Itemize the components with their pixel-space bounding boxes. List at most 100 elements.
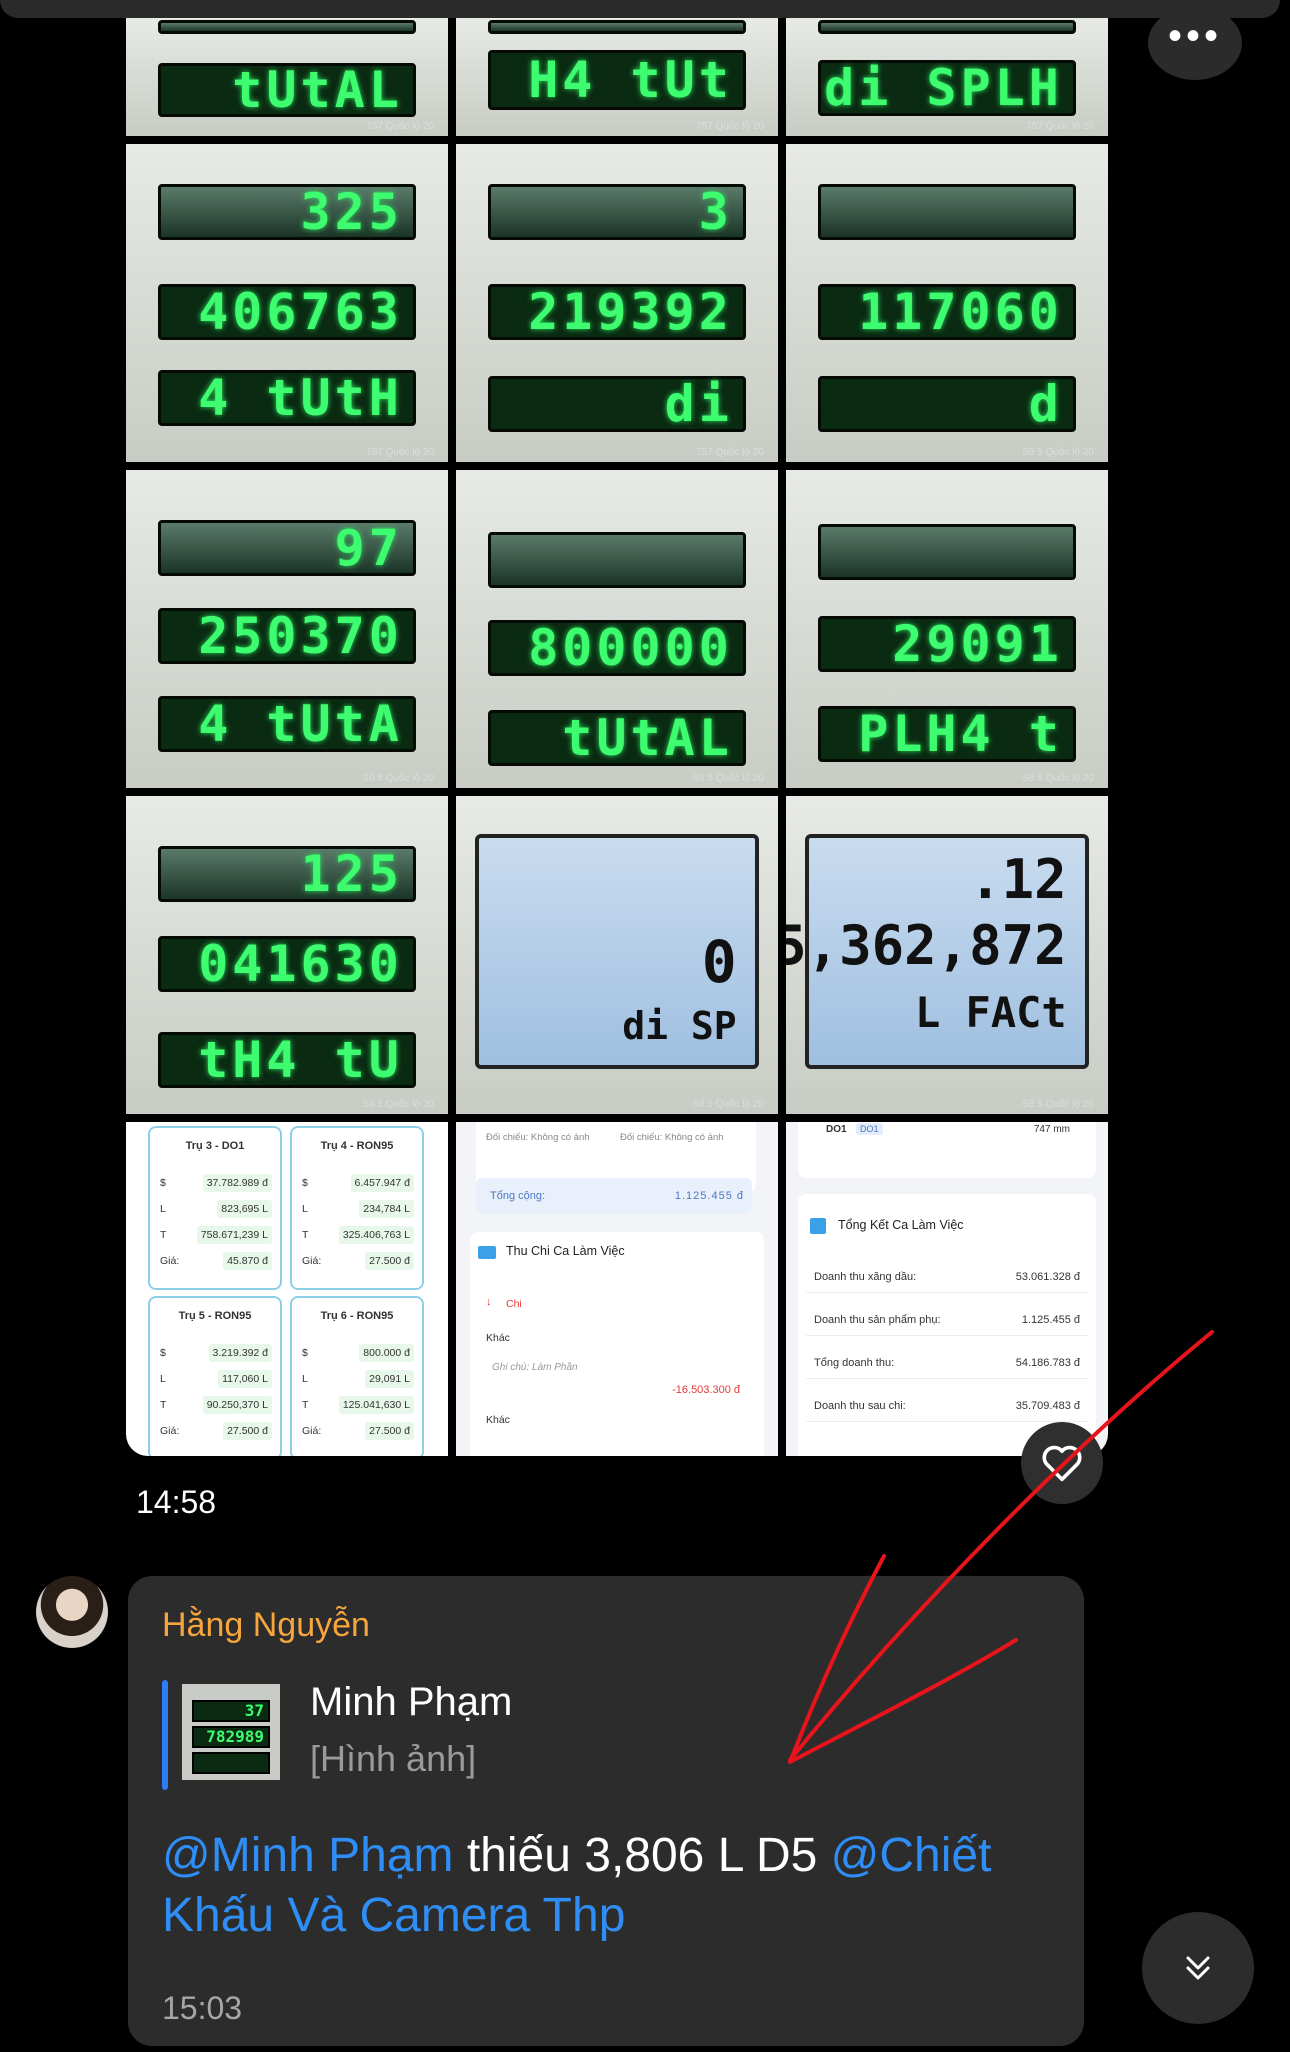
pump-card: Trụ 6 - RON95 $800.000 đ L 29,091 L T 125.…	[290, 1296, 424, 1456]
lcd-sub: di SP	[622, 1004, 737, 1049]
pump-price: 27.500 đ	[365, 1422, 414, 1440]
summary-key: Doanh thu xăng dầu:	[814, 1271, 917, 1283]
photo-tile[interactable]: 325 406763 4 tUtH 757 Quốc lộ 20	[126, 144, 448, 462]
display-top	[488, 532, 746, 588]
display-mid: 29091	[818, 615, 1076, 673]
row-label: T	[302, 1229, 309, 1241]
doi-chieu-label: Đối chiếu: Không có ảnh	[486, 1132, 590, 1143]
summary-row: Tổng doanh thu: 54.186.783 đ	[806, 1348, 1088, 1379]
photo-tile[interactable]: 29091 PLH4 t Số 5 Quốc lộ 20	[786, 470, 1108, 788]
row-label: L	[160, 1203, 166, 1215]
display-mid: 041630	[158, 935, 416, 993]
quote-type: [Hình ảnh]	[310, 1738, 477, 1779]
cash-flow-screenshot[interactable]: Đối chiếu: Không có ảnh Đối chiếu: Không…	[456, 1122, 778, 1456]
row-label: $	[302, 1347, 308, 1359]
section-title: Thu Chi Ca Làm Việc	[506, 1244, 625, 1258]
photo-grid[interactable]: tUtAL 757 Quốc lộ 20 H4 tUt 757 Quốc lộ …	[126, 18, 1108, 1456]
pump-sales: 6.457.947 đ	[350, 1174, 414, 1192]
quoted-image-thumbnail[interactable]: 37 782989	[182, 1684, 280, 1780]
heart-icon	[1042, 1445, 1082, 1482]
ghi-chu: Ghi chú: Làm Phần	[492, 1362, 578, 1373]
photo-tile[interactable]: 117060 d Số 5 Quốc lộ 20	[786, 144, 1108, 462]
thumb-display-top: 37	[192, 1700, 270, 1722]
display-line: H4 tUt	[488, 50, 746, 110]
summary-row: Doanh thu xăng dầu: 53.061.328 đ	[806, 1262, 1088, 1293]
display-bottom: PLH4 t	[818, 705, 1076, 763]
row-label: L	[302, 1373, 308, 1385]
pump-title: Trụ 5 - RON95	[178, 1310, 252, 1322]
display-mid: 219392	[488, 283, 746, 341]
display-bottom: 4 tUtH	[158, 369, 416, 427]
avatar[interactable]	[36, 1576, 108, 1648]
display-mid: 406763	[158, 283, 416, 341]
scroll-to-bottom-button[interactable]	[1142, 1912, 1254, 2024]
pump-sales: 37.782.989 đ	[202, 1174, 272, 1192]
lcd-sub: L FACt	[914, 988, 1067, 1038]
pump-price: 27.500 đ	[223, 1422, 272, 1440]
display-top: 97	[158, 519, 416, 577]
photo-tile[interactable]: 800000 tUtAL Số 5 Quốc lộ 20	[456, 470, 778, 788]
chi-label: Chi	[506, 1298, 522, 1310]
photo-tile[interactable]: 0 di SP Số 5 Quốc lộ 20	[456, 796, 778, 1114]
tong-cong-value: 1.125.455 đ	[674, 1190, 744, 1202]
react-heart-button[interactable]	[1021, 1422, 1103, 1504]
photo-stamp: Số 5 Quốc lộ 20	[692, 1099, 764, 1110]
shift-summary-screenshot[interactable]: DO1 DO1 747 mm Tổng Kết Ca Làm Việc Doan…	[786, 1122, 1108, 1456]
photo-stamp: 757 Quốc lộ 20	[1026, 121, 1094, 132]
khac-label: Khác	[486, 1414, 510, 1426]
pump-summary-screenshot[interactable]: Trụ 3 - DO1 $37.782.989 đ L 823,695 L T 75…	[126, 1122, 448, 1456]
summary-key: Doanh thu sau chi:	[814, 1400, 906, 1412]
sender-name[interactable]: Hằng Nguyễn	[162, 1606, 370, 1645]
fuel-value: 747 mm	[1033, 1124, 1070, 1135]
display-bottom: tH4 tU	[158, 1031, 416, 1089]
display-top: 125	[158, 845, 416, 903]
message-bubble[interactable]: Hằng Nguyễn 37 782989 Minh Phạm [Hình ản…	[128, 1576, 1084, 2046]
photo-stamp: Số 5 Quốc lộ 20	[362, 1099, 434, 1110]
photo-tile[interactable]: 3 219392 di 757 Quốc lộ 20	[456, 144, 778, 462]
doi-chieu-label: Đối chiếu: Không có ảnh	[620, 1132, 724, 1143]
photo-stamp: 757 Quốc lộ 20	[366, 447, 434, 458]
message-body: thiếu 3,806 L D5	[453, 1829, 831, 1882]
display-mid: 117060	[818, 283, 1076, 341]
display-bottom: tUtAL	[488, 709, 746, 767]
display-bottom: d	[818, 375, 1076, 433]
photo-stamp: Số 5 Quốc lộ 20	[1022, 1099, 1094, 1110]
pump-title: Trụ 3 - DO1	[185, 1140, 245, 1152]
photo-stamp: Số 5 Quốc lộ 20	[1022, 773, 1094, 784]
khac-label: Khác	[486, 1332, 510, 1344]
row-label: $	[302, 1177, 308, 1189]
fuel-label: DO1	[826, 1124, 847, 1135]
photo-tile[interactable]: H4 tUt 757 Quốc lộ 20	[456, 18, 778, 136]
photo-tile[interactable]: di SPLH 757 Quốc lộ 20	[786, 18, 1108, 136]
display-line: tUtAL	[158, 61, 416, 119]
summary-title: Tổng Kết Ca Làm Việc	[838, 1218, 964, 1232]
lcd-main: 5,362,872	[786, 914, 1067, 978]
fuel-tag: DO1	[856, 1123, 883, 1135]
summary-value: 53.061.328 đ	[1015, 1271, 1080, 1283]
photo-tile[interactable]: 125 041630 tH4 tU Số 5 Quốc lộ 20	[126, 796, 448, 1114]
pump-total: 758.671,239 L	[196, 1226, 272, 1244]
pump-sales: 800.000 đ	[359, 1344, 414, 1362]
message-time: 14:58	[136, 1484, 217, 1520]
more-options-button[interactable]: •••	[1148, 6, 1242, 80]
photo-tile[interactable]: .12 5,362,872 L FACt Số 5 Quốc lộ 20	[786, 796, 1108, 1114]
row-label: Giá:	[160, 1425, 180, 1437]
quote-author[interactable]: Minh Phạm	[310, 1680, 512, 1725]
photo-tile[interactable]: 97 250370 4 tUtA Số 5 Quốc lộ 20	[126, 470, 448, 788]
mention-link[interactable]: @Minh Phạm	[162, 1829, 454, 1882]
pump-total: 125.041,630 L	[338, 1396, 414, 1414]
row-label: T	[160, 1399, 167, 1411]
summary-value: 54.186.783 đ	[1015, 1357, 1080, 1369]
row-label: Giá:	[302, 1425, 322, 1437]
summary-key: Tổng doanh thu:	[814, 1357, 895, 1369]
quote-bar	[162, 1680, 168, 1790]
display-mid: 800000	[488, 619, 746, 677]
photo-stamp: Số 5 Quốc lộ 20	[1022, 447, 1094, 458]
pump-liters: 29,091 L	[365, 1370, 414, 1388]
pump-liters: 117,060 L	[218, 1370, 272, 1388]
row-label: Giá:	[302, 1255, 322, 1267]
photo-stamp: Số 5 Quốc lộ 20	[362, 773, 434, 784]
photo-tile[interactable]: tUtAL 757 Quốc lộ 20	[126, 18, 448, 136]
pump-price: 27.500 đ	[365, 1252, 414, 1270]
chevron-double-down-icon	[1186, 1956, 1210, 1980]
